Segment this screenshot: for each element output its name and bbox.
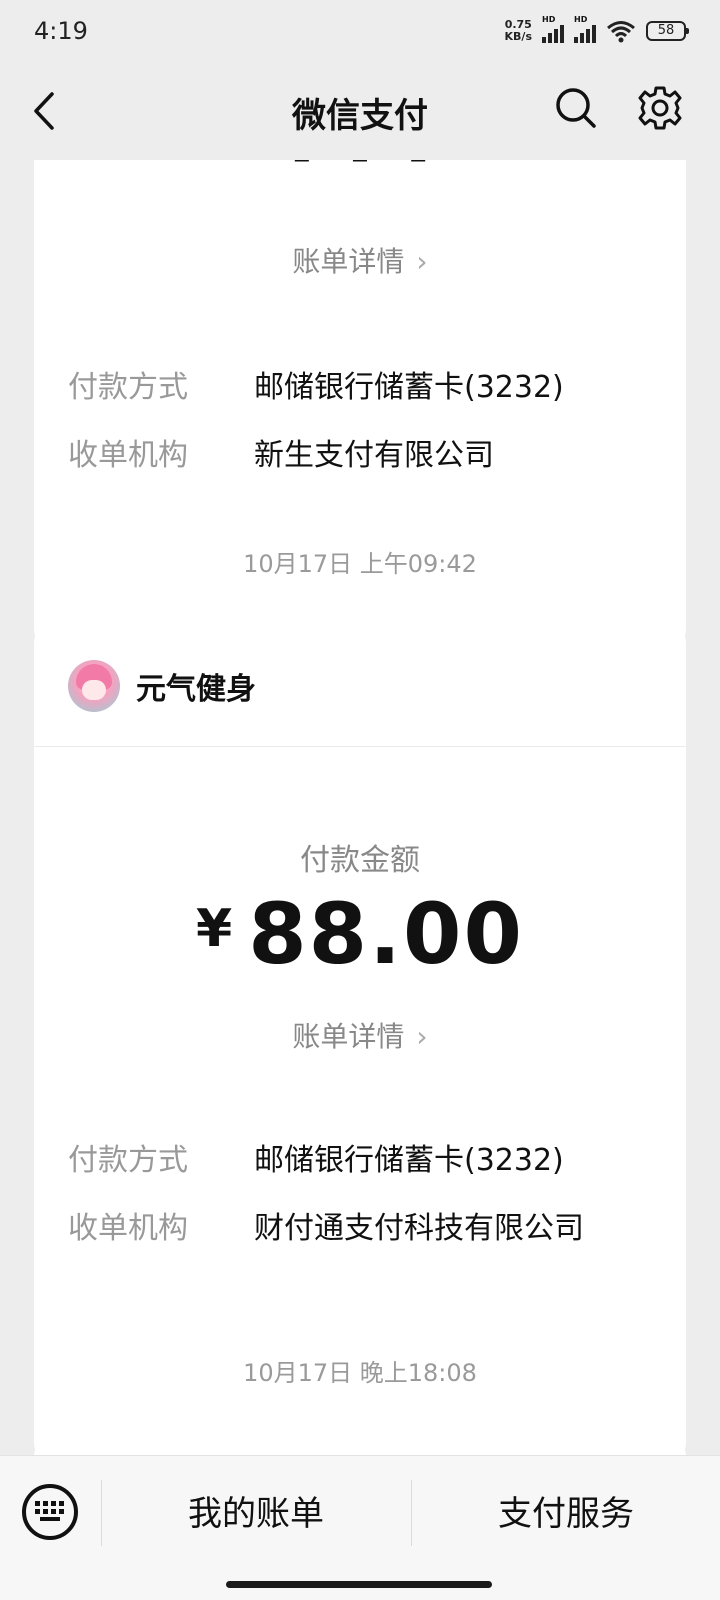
acquirer-row: 收单机构 财付通支付科技有限公司 [68, 1203, 666, 1247]
status-time: 4:19 [34, 17, 88, 45]
payment-method-label: 付款方式 [68, 370, 188, 405]
keyboard-icon[interactable] [22, 1484, 78, 1540]
tab-pay-services[interactable]: 支付服务 [412, 1486, 720, 1542]
nav-bar: 微信支付 [0, 62, 720, 160]
chevron-right-icon: › [416, 1020, 428, 1053]
signal-icon-2: HD [574, 15, 596, 43]
search-icon[interactable] [552, 84, 600, 132]
page-title: 微信支付 [292, 96, 428, 136]
merchant-name: 元气健身 [136, 671, 256, 707]
bill-detail-link[interactable]: 账单详情 › [34, 1015, 686, 1055]
acquirer-row: 收单机构 新生支付有限公司 [68, 430, 666, 474]
date-divider: 10月17日 晚上18:08 [243, 1359, 477, 1387]
bill-card[interactable] [34, 1438, 686, 1455]
currency-symbol: ¥ [196, 899, 233, 959]
bill-list[interactable]: · · · 账单详情 › 付款方式 邮储银行储蓄卡(3232) 收单机构 新生支付… [0, 160, 720, 1455]
payment-method-row: 付款方式 邮储银行储蓄卡(3232) [68, 1135, 666, 1179]
payment-method-value: 邮储银行储蓄卡(3232) [254, 1143, 564, 1178]
bill-detail-label: 账单详情 [292, 245, 405, 278]
network-speed-unit: KB/s [504, 30, 532, 43]
signal-hd-label: HD [542, 15, 556, 24]
payment-method-row: 付款方式 邮储银行储蓄卡(3232) [68, 362, 666, 406]
home-indicator[interactable] [226, 1581, 492, 1588]
bill-detail-label: 账单详情 [292, 1020, 405, 1053]
date-divider: 10月17日 上午09:42 [243, 550, 477, 578]
signal-hd-label-2: HD [574, 15, 588, 24]
amount-value: 88.00 [248, 885, 524, 983]
tab-my-bills[interactable]: 我的账单 [102, 1486, 410, 1542]
acquirer-label: 收单机构 [68, 438, 188, 473]
acquirer-value: 财付通支付科技有限公司 [254, 1211, 584, 1246]
payment-method-value: 邮储银行储蓄卡(3232) [254, 370, 564, 405]
gear-icon[interactable] [636, 84, 684, 132]
signal-icon: HD [542, 15, 564, 43]
wifi-icon [607, 21, 635, 43]
bill-detail-link[interactable]: 账单详情 › [34, 240, 686, 280]
merchant-header[interactable]: 元气健身 [34, 625, 686, 747]
status-bar: 4:19 0.75 KB/s HD HD 58 [0, 0, 720, 62]
amount-row: ¥88.00 [34, 885, 686, 983]
bottom-bar: 我的账单 支付服务 [0, 1455, 720, 1600]
network-speed: 0.75 KB/s [505, 19, 532, 43]
payment-method-label: 付款方式 [68, 1143, 188, 1178]
amount-partial: · · · [34, 160, 686, 200]
avatar [68, 659, 120, 712]
status-icons: 0.75 KB/s HD HD 58 [505, 15, 689, 43]
amount-label: 付款金额 [300, 843, 420, 878]
chevron-right-icon: › [416, 245, 428, 278]
battery-icon: 58 [646, 21, 689, 41]
acquirer-value: 新生支付有限公司 [254, 438, 494, 473]
bill-card[interactable]: 元气健身 付款金额 ¥88.00 账单详情 › 付款方式 邮储银行储蓄卡(3232… [34, 625, 686, 1455]
acquirer-label: 收单机构 [68, 1211, 188, 1246]
